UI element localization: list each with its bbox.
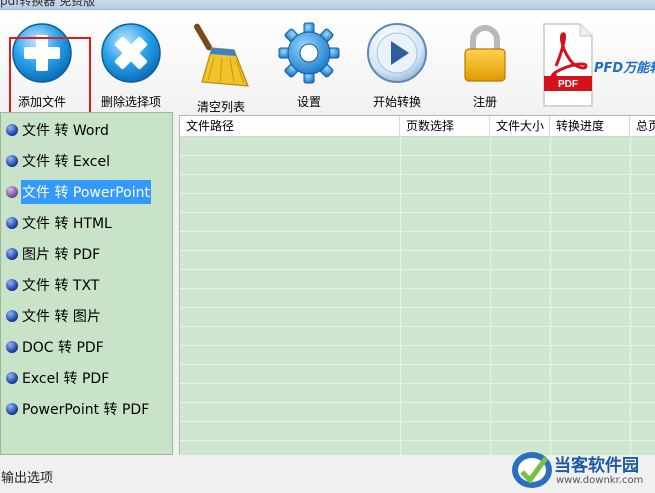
sidebar-item-file-to-txt[interactable]: 文件 转 TXT bbox=[1, 272, 172, 298]
delete-selected-label: 删除选择项 bbox=[100, 95, 161, 109]
sidebar-item-file-to-powerpoint[interactable]: 文件 转 PowerPoint bbox=[1, 179, 172, 205]
register-label: 注册 bbox=[472, 95, 497, 109]
brand-text: PFD万能转 bbox=[594, 61, 655, 76]
sidebar-item-label: 文件 转 TXT bbox=[22, 278, 100, 294]
clear-list-button[interactable]: 清空列表 bbox=[188, 10, 254, 114]
bullet-icon bbox=[6, 124, 18, 136]
sidebar-item-doc-to-pdf[interactable]: DOC 转 PDF bbox=[1, 334, 172, 360]
sidebar-item-file-to-excel[interactable]: 文件 转 Excel bbox=[1, 148, 172, 174]
bullet-icon bbox=[6, 217, 18, 229]
play-icon bbox=[364, 20, 430, 85]
output-options-label: 输出选项 bbox=[1, 471, 54, 486]
sidebar-item-label: 图片 转 PDF bbox=[22, 247, 101, 263]
sidebar-item-file-to-image[interactable]: 文件 转 图片 bbox=[1, 303, 172, 329]
column-header-file-path[interactable]: 文件路径 bbox=[180, 116, 400, 137]
grid-column-line bbox=[550, 137, 551, 455]
sidebar-item-excel-to-pdf[interactable]: Excel 转 PDF bbox=[1, 365, 172, 391]
sidebar-item-file-to-word[interactable]: 文件 转 Word bbox=[1, 117, 172, 143]
sidebar-item-label: 文件 转 图片 bbox=[22, 309, 101, 325]
bullet-icon bbox=[6, 403, 18, 415]
add-file-label: 添加文件 bbox=[17, 95, 66, 109]
settings-button[interactable]: 设置 bbox=[276, 10, 342, 110]
watermark-logo-icon bbox=[512, 452, 552, 488]
column-header-progress[interactable]: 转换进度 bbox=[550, 116, 630, 137]
column-header-file-size[interactable]: 文件大小 bbox=[490, 116, 550, 137]
register-button[interactable]: 注册 bbox=[452, 10, 518, 110]
grid-header: 文件路径 页数选择 文件大小 转换进度 总页 bbox=[180, 116, 655, 137]
add-file-button[interactable]: 添加文件 bbox=[9, 10, 75, 110]
start-convert-label: 开始转换 bbox=[372, 95, 421, 109]
sidebar-item-label: 文件 转 Excel bbox=[22, 154, 110, 170]
sidebar-item-file-to-html[interactable]: 文件 转 HTML bbox=[1, 210, 172, 236]
sidebar-item-image-to-pdf[interactable]: 图片 转 PDF bbox=[1, 241, 172, 267]
toolbar: 添加文件 删除选择项 清空列表 设置 开始转换 注册 PDF PFD万能 bbox=[0, 10, 655, 119]
start-convert-button[interactable]: 开始转换 bbox=[364, 10, 430, 110]
conversion-type-list: 文件 转 Word 文件 转 Excel 文件 转 PowerPoint 文件 … bbox=[0, 112, 173, 455]
lock-icon bbox=[452, 20, 518, 85]
settings-label: 设置 bbox=[296, 95, 321, 109]
bullet-icon bbox=[6, 155, 18, 167]
delete-selected-button[interactable]: 删除选择项 bbox=[98, 10, 164, 110]
watermark-url: www.downkr.com bbox=[556, 475, 644, 486]
watermark-title: 当客软件园 bbox=[554, 456, 639, 476]
bullet-icon bbox=[6, 186, 18, 198]
bullet-icon bbox=[6, 310, 18, 322]
sidebar-item-label: 文件 转 HTML bbox=[22, 216, 112, 232]
sidebar-item-label: DOC 转 PDF bbox=[22, 340, 104, 356]
gear-icon bbox=[276, 20, 342, 85]
pdf-badge-text: PDF bbox=[558, 79, 578, 90]
grid-column-line bbox=[400, 137, 401, 455]
file-list-grid[interactable]: 文件路径 页数选择 文件大小 转换进度 总页 bbox=[179, 115, 655, 455]
bullet-icon bbox=[6, 279, 18, 291]
add-icon bbox=[9, 20, 75, 85]
watermark: 当客软件园 www.downkr.com bbox=[496, 446, 655, 493]
sidebar-item-powerpoint-to-pdf[interactable]: PowerPoint 转 PDF bbox=[1, 396, 172, 422]
broom-icon bbox=[188, 20, 254, 90]
brand-logo: PDF PFD万能转 bbox=[540, 22, 655, 110]
clear-list-label: 清空列表 bbox=[196, 100, 245, 114]
window-title: pdf转换器 免费版 bbox=[0, 0, 96, 8]
title-bar: pdf转换器 免费版 bbox=[0, 0, 655, 10]
bullet-icon bbox=[6, 341, 18, 353]
sidebar-item-label: 文件 转 Word bbox=[22, 123, 109, 139]
sidebar-item-label: PowerPoint 转 PDF bbox=[22, 402, 150, 418]
grid-rows-area bbox=[180, 137, 655, 455]
column-header-page-select[interactable]: 页数选择 bbox=[400, 116, 490, 137]
sidebar-item-label: 文件 转 PowerPoint bbox=[21, 180, 151, 204]
delete-icon bbox=[98, 20, 164, 85]
column-header-total-pages[interactable]: 总页 bbox=[630, 116, 655, 137]
sidebar-item-label: Excel 转 PDF bbox=[22, 371, 110, 387]
bullet-icon bbox=[6, 248, 18, 260]
bullet-icon bbox=[6, 372, 18, 384]
pdf-logo-icon: PDF bbox=[543, 23, 593, 107]
grid-column-line bbox=[630, 137, 631, 455]
grid-column-line bbox=[490, 137, 491, 455]
